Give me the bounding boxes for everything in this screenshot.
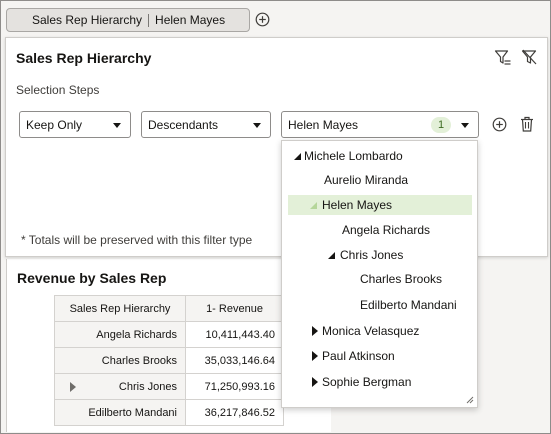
collapse-triangle-icon[interactable] bbox=[328, 252, 335, 259]
filter-chip[interactable]: Sales Rep Hierarchy Helen Mayes bbox=[6, 8, 250, 32]
tree-item-aurelio-miranda[interactable]: Aurelio Miranda bbox=[290, 170, 475, 190]
filter-chip-dimension: Sales Rep Hierarchy bbox=[32, 13, 143, 27]
tree-item-chris-jones[interactable]: Chris Jones bbox=[290, 245, 475, 265]
member-value: Helen Mayes bbox=[288, 117, 359, 132]
row-name: Charles Brooks bbox=[101, 354, 177, 367]
filter-chip-value: Helen Mayes bbox=[155, 13, 226, 27]
app-frame: Sales Rep Hierarchy Helen Mayes Revenue … bbox=[0, 0, 551, 434]
tree-item-monica-velasquez[interactable]: Monica Velasquez bbox=[290, 321, 475, 341]
expand-triangle-icon[interactable] bbox=[312, 377, 318, 387]
tree-item-label: Monica Velasquez bbox=[322, 324, 420, 338]
report-title: Revenue by Sales Rep bbox=[17, 270, 167, 286]
keep-only-value: Keep Only bbox=[26, 117, 83, 132]
delete-icon[interactable] bbox=[520, 116, 534, 132]
tree-item-paul-atkinson[interactable]: Paul Atkinson bbox=[290, 346, 475, 366]
row-name: Angela Richards bbox=[96, 328, 177, 341]
expand-triangle-icon[interactable] bbox=[312, 351, 318, 361]
panel-title: Sales Rep Hierarchy bbox=[16, 50, 152, 66]
tree-item-michele-lombardo[interactable]: Michele Lombardo bbox=[290, 146, 475, 166]
relation-select[interactable]: Descendants bbox=[141, 111, 271, 138]
row-name-cell: Edilberto Mandani bbox=[54, 399, 186, 426]
member-count-badge: 1 bbox=[431, 117, 451, 133]
table-row: Charles Brooks 35,033,146.64 bbox=[54, 347, 284, 374]
tree-item-label: Helen Mayes bbox=[322, 198, 393, 212]
tree-item-label: Chris Jones bbox=[340, 248, 404, 262]
tree-item-label: Charles Brooks bbox=[360, 272, 443, 286]
row-name: Edilberto Mandani bbox=[88, 406, 177, 419]
add-step-icon[interactable] bbox=[492, 117, 507, 132]
expand-row-icon[interactable] bbox=[70, 382, 76, 392]
keep-only-select[interactable]: Keep Only bbox=[19, 111, 131, 138]
tree-item-helen-mayes[interactable]: Helen Mayes bbox=[288, 195, 472, 215]
tree-item-label: Michele Lombardo bbox=[304, 149, 403, 163]
row-name-cell: Chris Jones bbox=[54, 373, 186, 400]
row-name: Chris Jones bbox=[118, 380, 177, 393]
tree-item-label: Angela Richards bbox=[342, 223, 431, 237]
revenue-table: Sales Rep Hierarchy 1- Revenue Angela Ri… bbox=[54, 295, 284, 426]
row-name-cell: Angela Richards bbox=[54, 321, 186, 348]
relation-value: Descendants bbox=[148, 117, 219, 132]
tree-item-label: Sophie Bergman bbox=[322, 375, 412, 389]
tree-item-label: Aurelio Miranda bbox=[324, 173, 409, 187]
tree-item-edilberto-mandani[interactable]: Edilberto Mandani bbox=[290, 295, 475, 315]
filter-icon[interactable] bbox=[494, 49, 512, 67]
column-header-revenue[interactable]: 1- Revenue bbox=[185, 295, 284, 322]
collapse-triangle-icon[interactable] bbox=[294, 153, 301, 160]
caret-down-icon bbox=[113, 123, 121, 128]
row-revenue: 10,411,443.40 bbox=[185, 321, 284, 348]
add-filter-icon[interactable] bbox=[255, 12, 270, 27]
totals-note: * Totals will be preserved with this fil… bbox=[21, 233, 253, 247]
caret-down-icon bbox=[253, 123, 261, 128]
caret-down-icon bbox=[461, 123, 469, 128]
table-row: Chris Jones 71,250,993.16 bbox=[54, 373, 284, 400]
member-select[interactable]: Helen Mayes 1 bbox=[281, 111, 479, 138]
row-revenue: 35,033,146.64 bbox=[185, 347, 284, 374]
selection-steps-label: Selection Steps bbox=[16, 83, 100, 97]
row-name-cell: Charles Brooks bbox=[54, 347, 186, 374]
tree-item-angela-richards[interactable]: Angela Richards bbox=[290, 220, 475, 240]
tree-item-charles-brooks[interactable]: Charles Brooks bbox=[290, 269, 475, 289]
clear-filter-icon[interactable] bbox=[521, 49, 537, 65]
filter-chip-separator bbox=[148, 13, 150, 27]
row-revenue: 36,217,846.52 bbox=[185, 399, 284, 426]
row-revenue: 71,250,993.16 bbox=[185, 373, 284, 400]
resize-grip-icon[interactable] bbox=[465, 395, 474, 404]
table-header-row: Sales Rep Hierarchy 1- Revenue bbox=[54, 295, 284, 322]
table-row: Angela Richards 10,411,443.40 bbox=[54, 321, 284, 348]
collapse-triangle-icon[interactable] bbox=[310, 202, 317, 209]
table-row: Edilberto Mandani 36,217,846.52 bbox=[54, 399, 284, 426]
column-header-sales-rep[interactable]: Sales Rep Hierarchy bbox=[54, 295, 186, 322]
expand-triangle-icon[interactable] bbox=[312, 326, 318, 336]
tree-item-label: Edilberto Mandani bbox=[360, 298, 457, 312]
member-dropdown: Michele Lombardo Aurelio Miranda Helen M… bbox=[281, 140, 478, 408]
tree-item-label: Paul Atkinson bbox=[322, 349, 395, 363]
tree-item-sophie-bergman[interactable]: Sophie Bergman bbox=[290, 372, 475, 392]
